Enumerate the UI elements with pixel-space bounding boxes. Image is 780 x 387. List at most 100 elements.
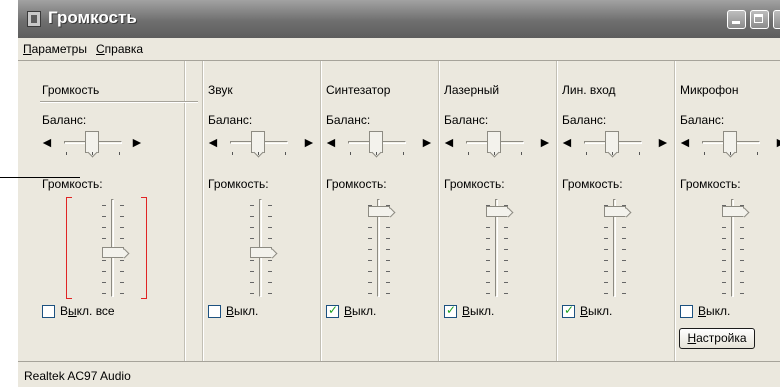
volume-tick: [368, 260, 372, 261]
volume-tick: [268, 260, 272, 261]
balance-slider[interactable]: ◄►: [206, 131, 316, 157]
balance-tick: [232, 152, 233, 155]
mute-checkbox[interactable]: [444, 303, 457, 318]
volume-tick: [120, 205, 124, 206]
status-device-name: Realtek AC97 Audio: [24, 369, 131, 383]
volume-slider[interactable]: [586, 199, 646, 299]
volume-tick: [250, 227, 254, 228]
balance-thumb[interactable]: [369, 131, 383, 153]
channel-name: Громкость: [42, 83, 100, 97]
channel-name: Синтезатор: [326, 83, 391, 97]
title-bar[interactable]: Громкость: [18, 0, 780, 38]
mute-checkbox[interactable]: [680, 305, 693, 318]
balance-thumb[interactable]: [85, 131, 99, 153]
balance-slider[interactable]: ◄►: [560, 131, 670, 157]
volume-tick: [722, 282, 726, 283]
volume-tick: [722, 238, 726, 239]
balance-thumb[interactable]: [251, 131, 265, 153]
volume-thumb[interactable]: [604, 206, 626, 217]
volume-tick: [504, 282, 508, 283]
balance-tick: [66, 152, 67, 155]
balance-tick: [350, 152, 351, 155]
volume-tick: [722, 271, 726, 272]
volume-tick: [504, 293, 508, 294]
balance-tick: [494, 152, 495, 155]
volume-tick: [102, 227, 106, 228]
volume-tick: [622, 260, 626, 261]
mute-checkbox[interactable]: [208, 305, 221, 318]
volume-slider[interactable]: [704, 199, 764, 299]
volume-tick: [622, 227, 626, 228]
menu-bar: Параметры Справка: [18, 38, 780, 60]
volume-label: Громкость:: [680, 177, 741, 191]
balance-tick: [612, 152, 613, 155]
balance-slider[interactable]: ◄►: [442, 131, 552, 157]
menu-parameters[interactable]: Параметры: [23, 42, 87, 56]
mute-checkbox[interactable]: [562, 303, 575, 318]
volume-slider[interactable]: [84, 199, 144, 299]
channel-panel: ЛазерныйБаланс:◄►Громкость:Выкл.: [438, 61, 556, 361]
mute-label[interactable]: Выкл.: [226, 304, 258, 318]
volume-tick: [386, 260, 390, 261]
volume-slider[interactable]: [468, 199, 528, 299]
channel-panel: СинтезаторБаланс:◄►Громкость:Выкл.: [320, 61, 438, 361]
volume-tick: [722, 260, 726, 261]
column-divider: [320, 61, 322, 361]
volume-tick: [486, 260, 490, 261]
balance-tick: [521, 152, 522, 155]
callout-pointer-line: [0, 177, 80, 178]
maximize-button[interactable]: [750, 10, 769, 29]
volume-thumb[interactable]: [368, 206, 390, 217]
balance-label: Баланс:: [208, 113, 253, 127]
volume-tick: [386, 282, 390, 283]
mute-label[interactable]: Выкл.: [580, 304, 612, 318]
volume-tick: [504, 227, 508, 228]
volume-label: Громкость:: [42, 177, 103, 191]
volume-thumb[interactable]: [102, 247, 124, 258]
volume-tick: [102, 238, 106, 239]
volume-tick: [102, 205, 106, 206]
speaker-right-icon: ►: [656, 134, 670, 150]
setup-button[interactable]: Настройка: [679, 328, 755, 349]
balance-thumb[interactable]: [605, 131, 619, 153]
balance-thumb[interactable]: [723, 131, 737, 153]
balance-thumb[interactable]: [487, 131, 501, 153]
mute-label[interactable]: Выкл.: [462, 304, 494, 318]
mute-label[interactable]: Выкл.: [344, 304, 376, 318]
volume-tick: [386, 249, 390, 250]
balance-slider[interactable]: ◄►: [40, 131, 148, 157]
volume-label: Громкость:: [326, 177, 387, 191]
balance-slider[interactable]: ◄►: [678, 131, 780, 157]
mute-checkbox[interactable]: [326, 303, 339, 318]
volume-tick: [268, 282, 272, 283]
balance-slider[interactable]: ◄►: [324, 131, 434, 157]
volume-slider[interactable]: [232, 199, 292, 299]
speaker-left-icon: ◄: [40, 134, 54, 150]
volume-control-window: Громкость Параметры Справка Realtek AC97…: [18, 0, 780, 387]
volume-tick: [120, 216, 124, 217]
balance-tick: [468, 152, 469, 155]
volume-slider[interactable]: [350, 199, 410, 299]
column-divider: [556, 61, 558, 361]
balance-tick: [119, 152, 120, 155]
speaker-right-icon: ►: [130, 134, 144, 150]
volume-tick: [268, 293, 272, 294]
volume-tick: [740, 249, 744, 250]
menu-help[interactable]: Справка: [96, 42, 143, 56]
volume-thumb[interactable]: [722, 206, 744, 217]
volume-thumb[interactable]: [486, 206, 508, 217]
volume-tick: [722, 249, 726, 250]
balance-tick: [376, 152, 377, 155]
volume-tick: [604, 249, 608, 250]
mute-label[interactable]: Выкл.: [698, 304, 730, 318]
speaker-right-icon: ►: [774, 134, 780, 150]
mute-checkbox[interactable]: [42, 305, 55, 318]
volume-tick: [250, 282, 254, 283]
volume-tick: [740, 271, 744, 272]
close-button[interactable]: [773, 10, 780, 29]
mute-label[interactable]: Выкл. все: [60, 304, 115, 318]
minimize-button[interactable]: [727, 10, 746, 29]
balance-tick: [403, 152, 404, 155]
volume-thumb[interactable]: [250, 247, 272, 258]
speaker-right-icon: ►: [538, 134, 552, 150]
